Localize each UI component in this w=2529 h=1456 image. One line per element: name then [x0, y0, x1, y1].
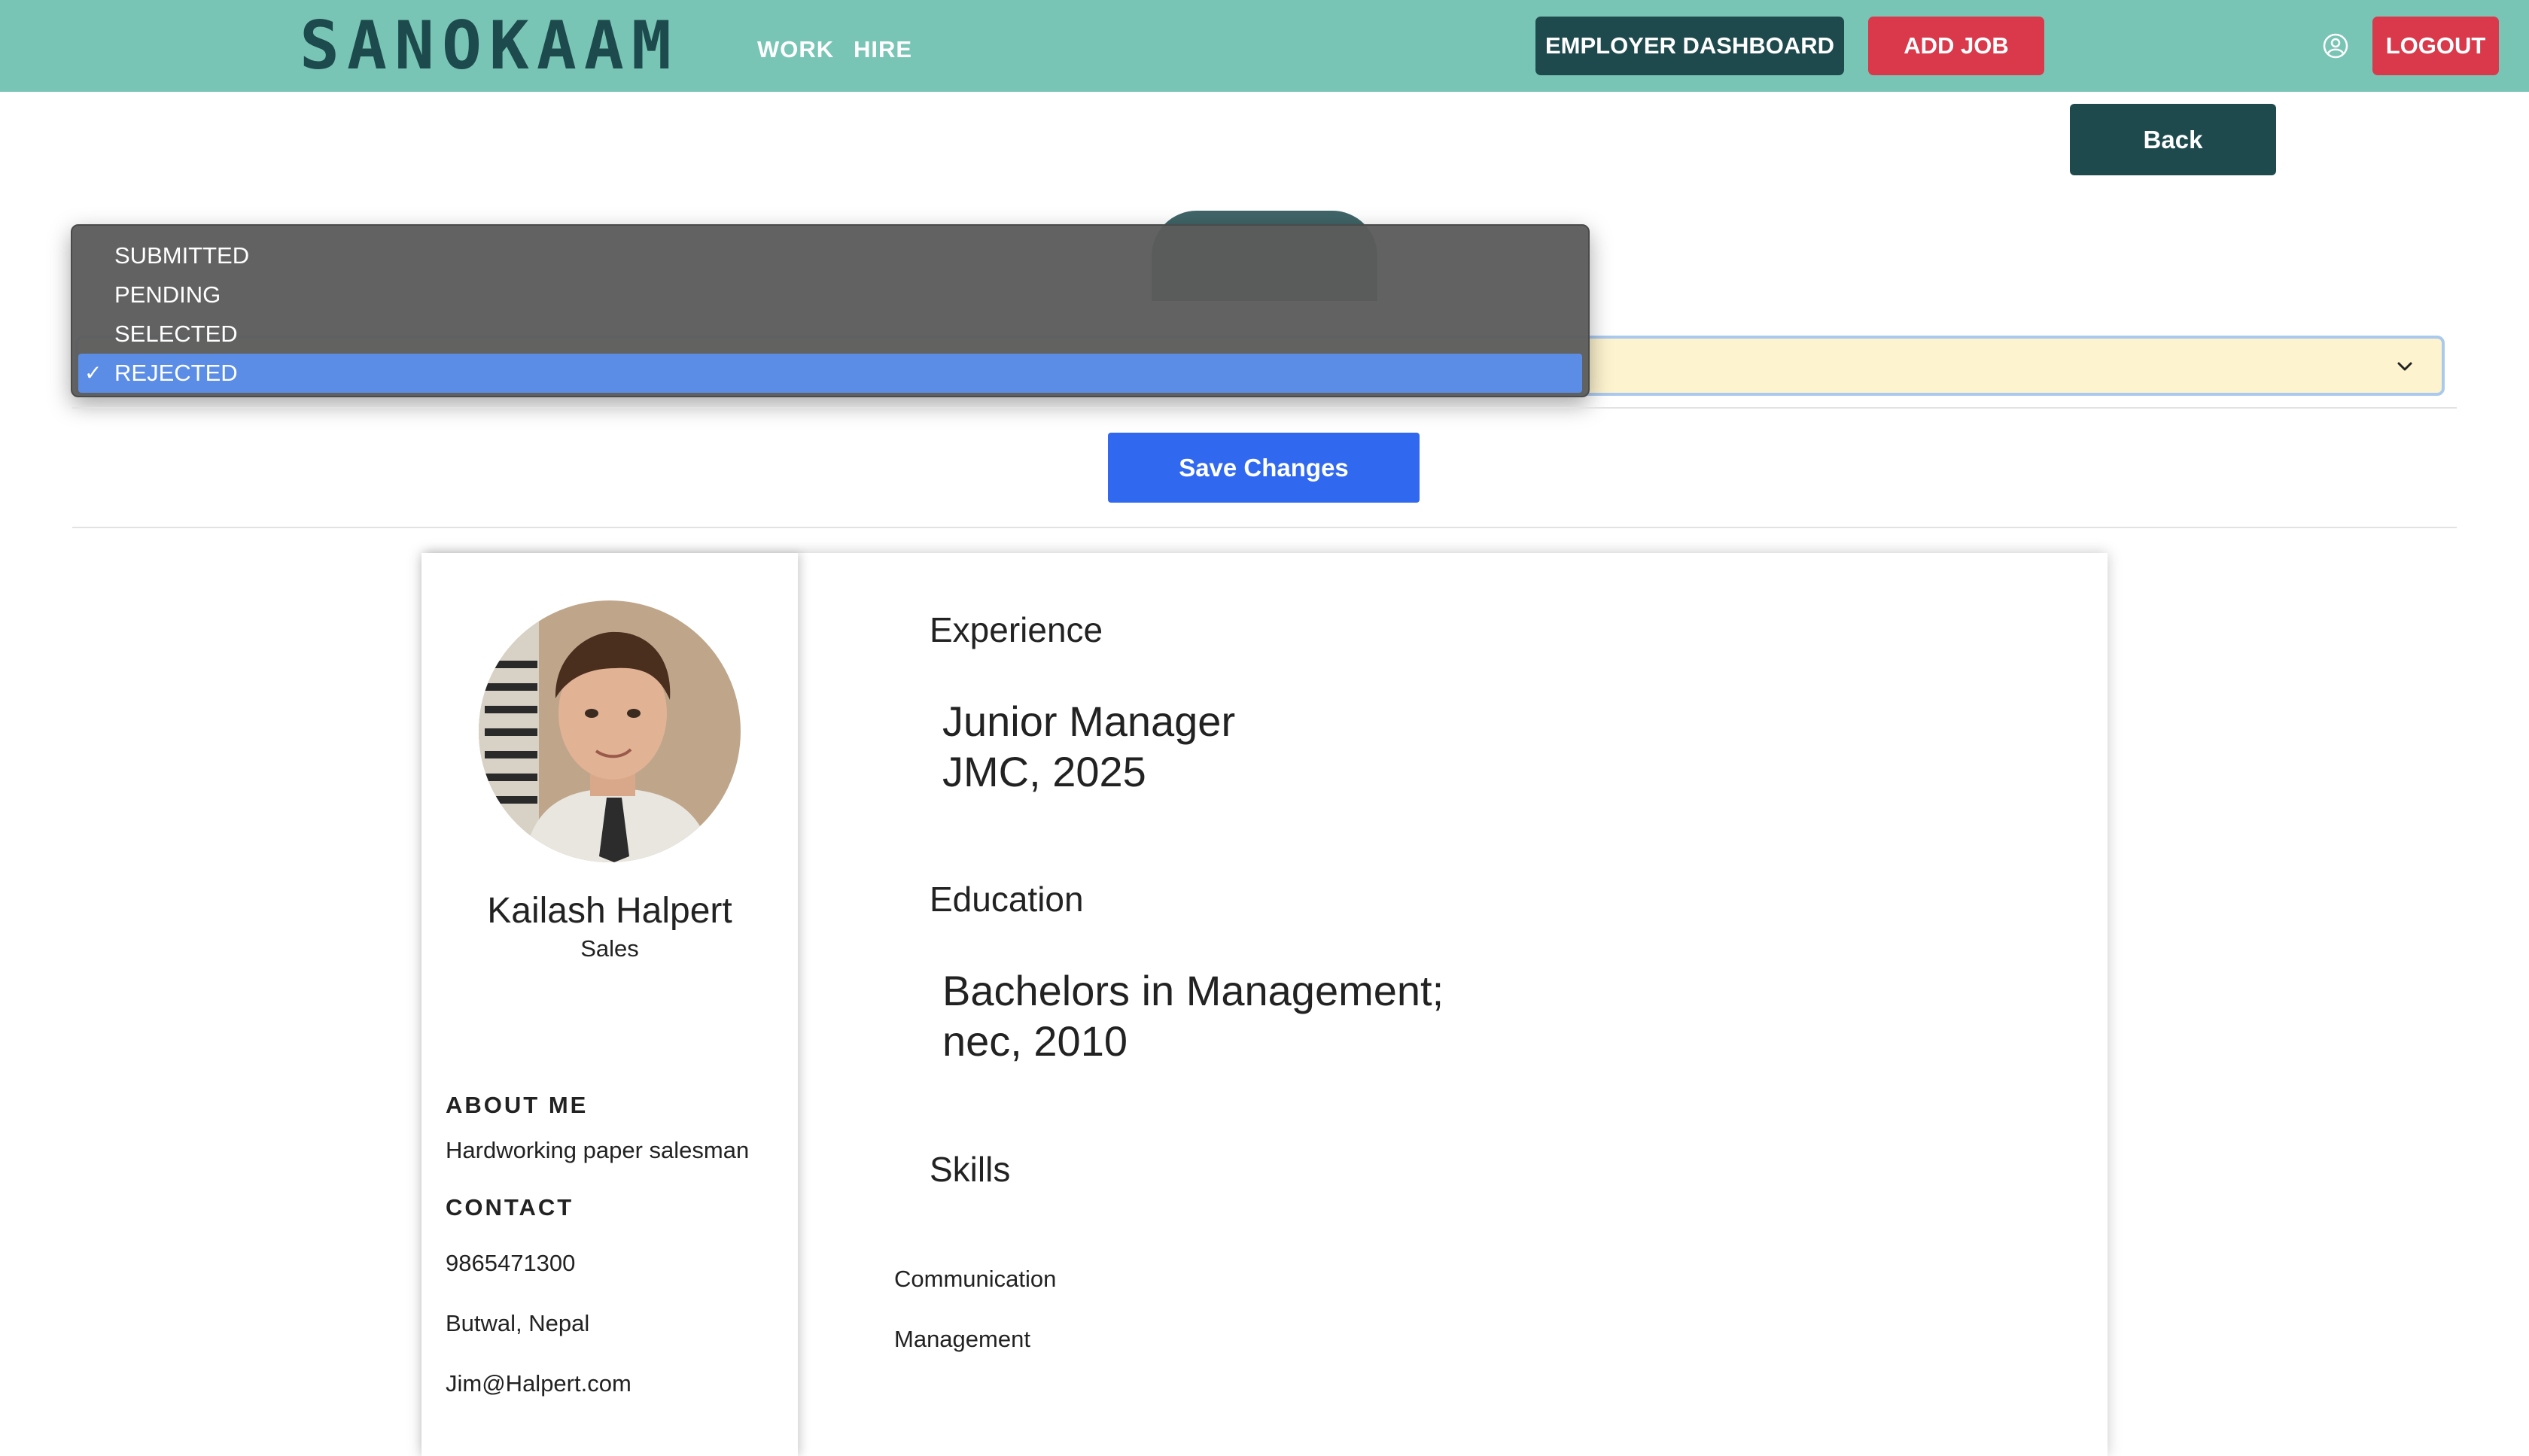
status-option-submitted[interactable]: SUBMITTED [78, 236, 1582, 275]
status-option-selected[interactable]: SELECTED [78, 315, 1582, 354]
status-option-rejected[interactable]: ✓ REJECTED [78, 354, 1582, 393]
contact-heading: CONTACT [446, 1194, 574, 1220]
divider [72, 527, 2457, 528]
about-heading: ABOUT ME [446, 1092, 589, 1118]
about-text: Hardworking paper salesman [446, 1137, 750, 1163]
avatar [479, 600, 741, 862]
education-institution: nec, 2010 [942, 1017, 1128, 1065]
profile-card: Kailash Halpert Sales ABOUT ME Hardworki… [422, 553, 2108, 1456]
divider [72, 407, 2457, 409]
user-circle-icon[interactable] [2323, 33, 2348, 59]
contact-phone: 9865471300 [446, 1250, 576, 1276]
logout-button[interactable]: LOGOUT [2372, 17, 2499, 75]
experience-heading: Experience [930, 610, 1103, 649]
experience-title: Junior Manager [942, 698, 1236, 745]
status-option-label: REJECTED [114, 360, 238, 386]
add-job-button[interactable]: ADD JOB [1868, 17, 2044, 75]
chevron-down-icon [2395, 357, 2415, 376]
back-button[interactable]: Back [2070, 104, 2276, 175]
employer-dashboard-button[interactable]: EMPLOYER DASHBOARD [1535, 17, 1844, 75]
status-dropdown-menu: SUBMITTED PENDING SELECTED ✓ REJECTED [71, 224, 1590, 397]
profile-sidebar: Kailash Halpert Sales ABOUT ME Hardworki… [422, 553, 798, 1456]
profile-role: Sales [580, 935, 639, 962]
experience-company: JMC, 2025 [942, 748, 1146, 795]
navbar: SANOKAAM WORK HIRE EMPLOYER DASHBOARD AD… [0, 0, 2529, 92]
nav-link-hire[interactable]: HIRE [854, 36, 912, 63]
skills-heading: Skills [930, 1150, 1011, 1189]
checkmark-icon: ✓ [84, 361, 102, 385]
contact-location: Butwal, Nepal [446, 1310, 590, 1336]
brand-logo[interactable]: SANOKAAM [300, 11, 679, 81]
skill-item: Communication [894, 1266, 1057, 1292]
skill-item: Management [894, 1326, 1030, 1352]
save-changes-button[interactable]: Save Changes [1108, 433, 1420, 503]
education-heading: Education [930, 880, 1084, 919]
profile-name: Kailash Halpert [487, 891, 732, 931]
nav-link-work[interactable]: WORK [757, 36, 834, 63]
education-degree: Bachelors in Management; [942, 967, 1444, 1014]
contact-email[interactable]: Jim@Halpert.com [446, 1370, 631, 1397]
status-option-pending[interactable]: PENDING [78, 275, 1582, 315]
